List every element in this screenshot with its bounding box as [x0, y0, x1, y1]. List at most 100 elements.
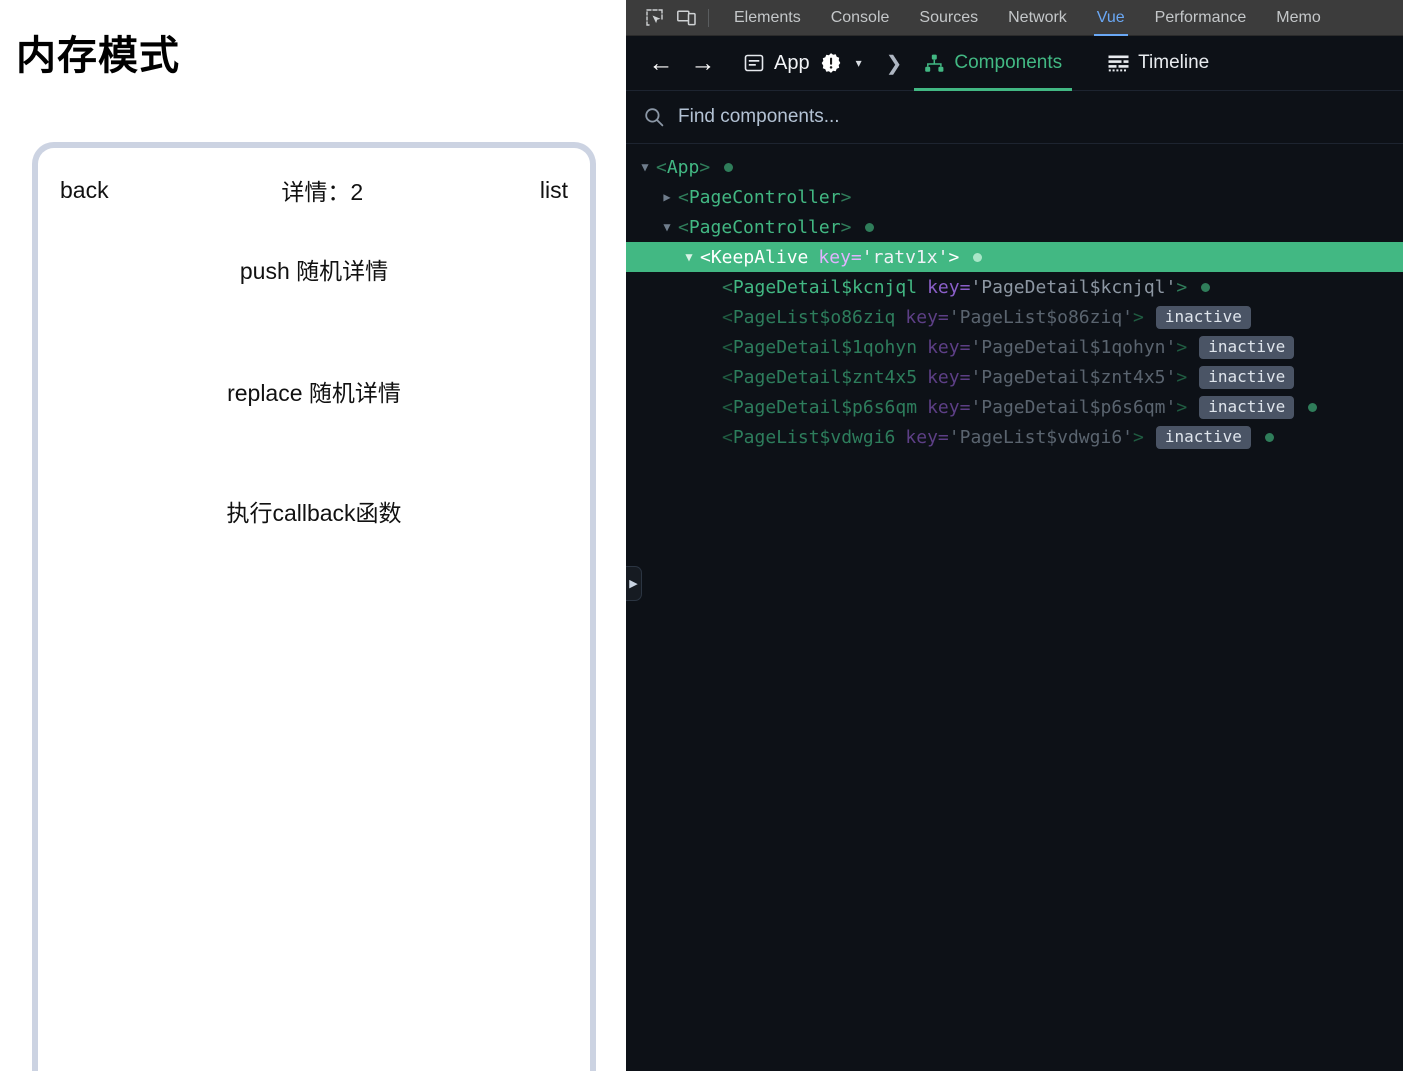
tag-close-bracket: >	[1133, 306, 1144, 328]
tree-node-pagedetail-1qohyn[interactable]: ▶<PageDetail$1qohynkey='PageDetail$1qohy…	[626, 332, 1403, 362]
tree-node-name: PageDetail$kcnjql	[732, 276, 918, 298]
drawer-toggle-handle[interactable]: ▶	[626, 566, 642, 601]
render-indicator-dot	[1201, 282, 1211, 292]
tree-node-tag: <PageController>	[678, 187, 851, 208]
tree-node-attr-key: key=	[927, 276, 971, 298]
tag-close-bracket: >	[1176, 276, 1188, 298]
tree-node-keepalive[interactable]: ▼ <KeepAlive key='ratv1x'>	[626, 242, 1403, 272]
warning-badge-icon	[820, 52, 842, 74]
phone-list-button[interactable]: list	[540, 177, 568, 204]
tree-node-attr-value: 'PageDetail$znt4x5'	[970, 366, 1177, 388]
tree-node-name: PageList$vdwgi6	[732, 426, 896, 448]
tree-node-name: App	[666, 156, 700, 178]
tree-node-attr-key: key=	[927, 396, 971, 418]
tree-node-attr-key: key=	[927, 336, 971, 358]
tree-node-pagedetail-kcnjql[interactable]: ▶<PageDetail$kcnjqlkey='PageDetail$kcnjq…	[626, 272, 1403, 302]
tree-node-name: PageController	[688, 216, 841, 238]
phone-frame: back 详情：2 list push 随机详情 replace 随机详情 执行…	[32, 142, 596, 1071]
screen-root: 内存模式 back 详情：2 list push 随机详情 replace 随机…	[0, 0, 1403, 1071]
tab-vue[interactable]: Vue	[1082, 0, 1140, 36]
tree-node-name: PageController	[688, 186, 841, 208]
chevron-down-icon[interactable]: ▼	[656, 220, 678, 234]
tag-open-bracket: <	[722, 366, 733, 388]
tree-node-pagedetail-p6s6qm[interactable]: ▶<PageDetail$p6s6qmkey='PageDetail$p6s6q…	[626, 392, 1403, 422]
tree-node-tag: <PageDetail$1qohyn key='PageDetail$1qohyn…	[722, 337, 1187, 358]
action-run-callback[interactable]: 执行callback函数	[38, 496, 590, 617]
chevron-down-icon[interactable]: ▼	[678, 250, 700, 264]
tree-node-tag: <PageController>	[678, 217, 851, 238]
tag-close-bracket: >	[840, 216, 852, 238]
tree-node-pagelist-o86ziq[interactable]: ▶<PageList$o86ziqkey='PageList$o86ziq'>i…	[626, 302, 1403, 332]
tag-open-bracket: <	[722, 276, 733, 298]
tree-node-attr-key: key=	[905, 426, 949, 448]
tag-open-bracket: <	[722, 396, 733, 418]
page-title: 内存模式	[16, 34, 180, 78]
tree-node-name: PageDetail$znt4x5	[732, 366, 918, 388]
app-instance-label: App	[774, 51, 810, 74]
tag-close-bracket: >	[1176, 336, 1188, 358]
panel-tab-timeline[interactable]: Timeline	[1098, 36, 1219, 91]
render-indicator-dot	[1264, 432, 1274, 442]
tree-node-app[interactable]: ▼ <App>	[626, 152, 1403, 182]
search-icon	[644, 107, 664, 127]
inspect-element-icon[interactable]	[638, 4, 670, 32]
render-indicator-dot	[865, 222, 875, 232]
status-badge: inactive	[1199, 335, 1295, 359]
breadcrumb-chevron-icon[interactable]: ❯	[886, 51, 903, 76]
phone-body: push 随机详情 replace 随机详情 执行callback函数	[38, 232, 590, 617]
tree-node-name: PageDetail$p6s6qm	[732, 396, 918, 418]
tag-close-bracket: >	[840, 186, 852, 208]
tree-node-attr-key: key=	[905, 306, 949, 328]
tag-close-bracket: >	[1133, 426, 1144, 448]
tree-node-tag: <PageList$vdwgi6 key='PageList$vdwgi6'>	[722, 427, 1144, 448]
page-preview-pane: 内存模式 back 详情：2 list push 随机详情 replace 随机…	[0, 0, 626, 1071]
app-instance-selector[interactable]: App ▾	[738, 52, 868, 75]
phone-nav-bar: back 详情：2 list	[38, 148, 590, 232]
tree-node-tag: <PageDetail$kcnjql key='PageDetail$kcnjql…	[722, 277, 1187, 298]
tab-console[interactable]: Console	[816, 0, 905, 36]
document-icon	[744, 53, 764, 73]
status-badge: inactive	[1199, 395, 1295, 419]
back-arrow-icon[interactable]: ←	[640, 43, 682, 83]
search-input[interactable]	[678, 106, 1198, 128]
device-toolbar-icon[interactable]	[670, 4, 702, 32]
action-push-random-detail[interactable]: push 随机详情	[38, 254, 590, 375]
tab-memory[interactable]: Memo	[1261, 0, 1335, 36]
components-tree-icon	[924, 53, 945, 74]
render-indicator-dot	[973, 252, 983, 262]
tab-elements[interactable]: Elements	[719, 0, 816, 36]
tag-close-bracket: >	[948, 246, 960, 268]
tag-open-bracket: <	[722, 306, 733, 328]
phone-back-button[interactable]: back	[60, 177, 109, 204]
render-indicator-dot	[1308, 402, 1318, 412]
tree-node-pagecontroller[interactable]: ▶ <PageController>	[626, 182, 1403, 212]
status-badge: inactive	[1199, 365, 1295, 389]
tree-node-pagedetail-znt4x5[interactable]: ▶<PageDetail$znt4x5key='PageDetail$znt4x…	[626, 362, 1403, 392]
component-tree[interactable]: ▼ <App> ▶ <PageController> ▼ <PageController>…	[626, 144, 1403, 1071]
status-badge: inactive	[1155, 305, 1251, 329]
devtools-panel: Elements Console Sources Network Vue Per…	[626, 0, 1403, 1071]
phone-nav-title: 详情：2	[281, 179, 364, 205]
tree-node-name: PageList$o86ziq	[732, 306, 896, 328]
timeline-icon	[1108, 54, 1129, 72]
tree-node-attr-key: key=	[818, 246, 862, 268]
chevron-down-icon[interactable]: ▾	[856, 56, 862, 70]
chevron-right-icon[interactable]: ▶	[656, 190, 678, 204]
tab-network[interactable]: Network	[993, 0, 1082, 36]
vue-toolbar: ← → App ▾ ❯ Components Timeline	[626, 36, 1403, 91]
status-badge: inactive	[1155, 425, 1251, 449]
tag-close-bracket: >	[1176, 366, 1188, 388]
tab-performance[interactable]: Performance	[1140, 0, 1262, 36]
tree-node-pagecontroller[interactable]: ▼ <PageController>	[626, 212, 1403, 242]
devtools-tabstrip: Elements Console Sources Network Vue Per…	[626, 0, 1403, 36]
tree-node-name: PageDetail$1qohyn	[732, 336, 918, 358]
tree-node-attr-value: 'PageDetail$p6s6qm'	[970, 396, 1177, 418]
panel-tab-components[interactable]: Components	[914, 36, 1072, 91]
tab-sources[interactable]: Sources	[904, 0, 993, 36]
tree-node-pagelist-vdwgi6[interactable]: ▶<PageList$vdwgi6key='PageList$vdwgi6'>i…	[626, 422, 1403, 452]
action-replace-random-detail[interactable]: replace 随机详情	[38, 375, 590, 496]
tree-node-attr-value: 'PageDetail$kcnjql'	[970, 276, 1177, 298]
forward-arrow-icon[interactable]: →	[682, 43, 724, 83]
component-search-row	[626, 91, 1403, 144]
chevron-down-icon[interactable]: ▼	[634, 160, 656, 174]
